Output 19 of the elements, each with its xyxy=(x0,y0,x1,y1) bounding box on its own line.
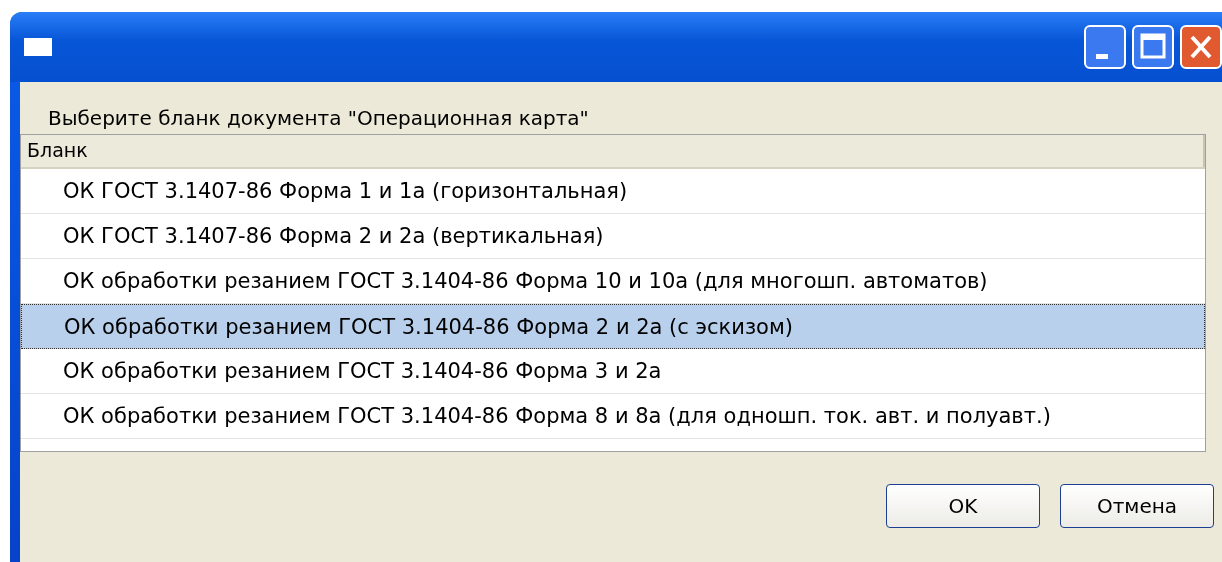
minimize-button[interactable] xyxy=(1084,25,1126,69)
row-text: ОК обработки резанием ГОСТ 3.1404-86 Форма 10 и 10а (для многошп. автоматов) xyxy=(63,269,988,293)
ok-button[interactable]: OK xyxy=(886,484,1040,528)
prompt-text: Выберите бланк документа "Операционная карта" xyxy=(47,106,590,132)
column-header[interactable]: Бланк xyxy=(21,135,1205,167)
list-row[interactable]: ОК обработки резанием ГОСТ 3.1404-86 Форма 3 и 2а xyxy=(21,349,1205,394)
row-text: ОК ГОСТ 3.1407-86 Форма 1 и 1а (горизонтальная) xyxy=(63,179,628,203)
list-row[interactable]: ОК ГОСТ 3.1407-86 Форма 2 и 2а (вертикальная) xyxy=(21,214,1205,259)
row-text: ОК обработки резанием ГОСТ 3.1404-86 Форма 8 и 8а (для одношп. ток. авт. и полуавт.) xyxy=(63,404,1051,428)
list-row[interactable]: ОК обработки резанием ГОСТ 3.1404-86 Форма 2 и 2а (с эскизом) xyxy=(21,304,1205,349)
window-icon xyxy=(24,38,52,56)
cancel-button[interactable]: Отмена xyxy=(1060,484,1214,528)
close-button[interactable] xyxy=(1180,25,1222,69)
maximize-button[interactable] xyxy=(1132,25,1174,69)
row-text: ОК обработки резанием ГОСТ 3.1404-86 Форма 3 и 2а xyxy=(63,359,662,383)
list-row[interactable]: ОК обработки резанием ГОСТ 3.1404-86 Форма 8 и 8а (для одношп. ток. авт. и полуавт.) xyxy=(21,394,1205,439)
row-text: ОК ГОСТ 3.1407-86 Форма 2 и 2а (вертикальная) xyxy=(63,224,604,248)
row-text: ОК обработки резанием ГОСТ 3.1404-86 Форма 2 и 2а (с эскизом) xyxy=(64,314,793,339)
list-row[interactable]: ОК ГОСТ 3.1407-86 Форма 1 и 1а (горизонтальная) xyxy=(21,169,1205,214)
